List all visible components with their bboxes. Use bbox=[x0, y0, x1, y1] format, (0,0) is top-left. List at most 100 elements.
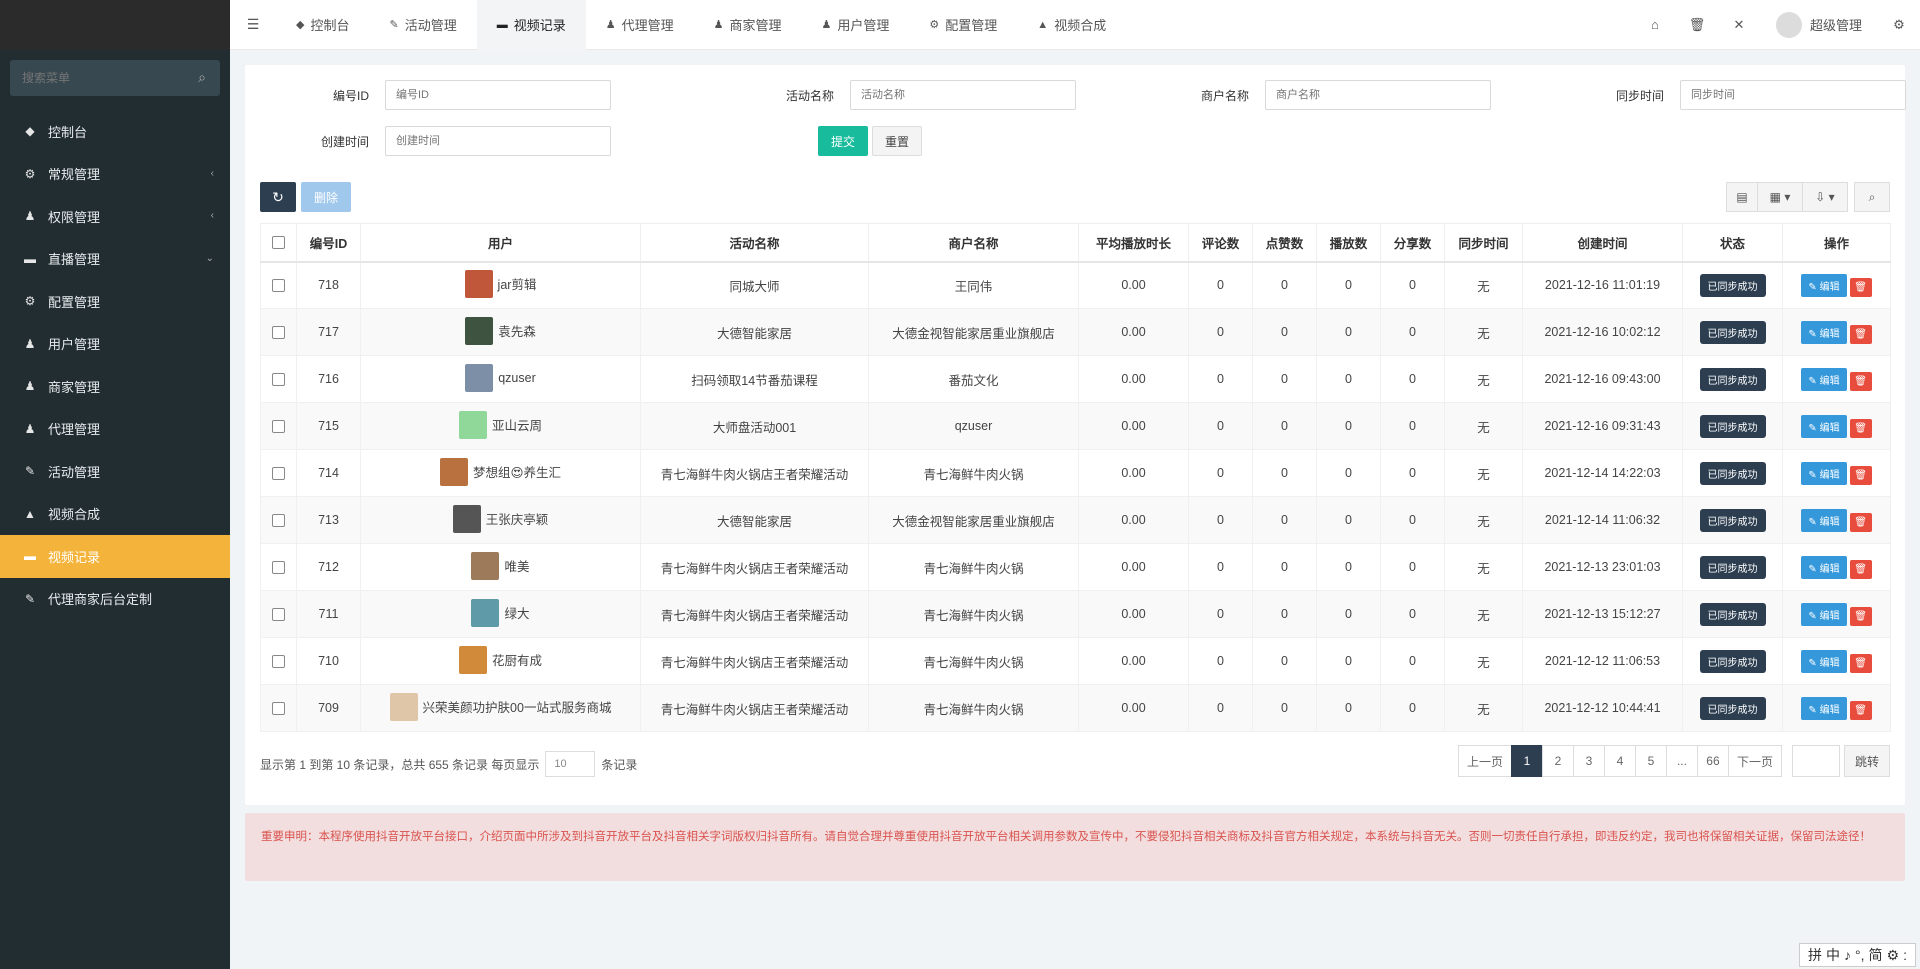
reset-button[interactable]: 重置 bbox=[872, 126, 922, 156]
sidebar-item-7[interactable]: ♟ 代理管理 bbox=[0, 408, 230, 451]
ime-icon[interactable]: 中 bbox=[1826, 945, 1840, 965]
sidebar-item-11[interactable]: ✎ 代理商家后台定制 bbox=[0, 578, 230, 621]
filter-sync-input[interactable] bbox=[1680, 80, 1906, 110]
toggle-view-icon[interactable]: ▤ bbox=[1726, 182, 1758, 212]
filter-activity-input[interactable] bbox=[850, 80, 1076, 110]
ime-icon[interactable]: : bbox=[1903, 947, 1907, 963]
ime-icon[interactable]: ⚙ bbox=[1887, 947, 1900, 964]
submit-button[interactable]: 提交 bbox=[818, 126, 868, 156]
sidebar-item-5[interactable]: ♟ 用户管理 bbox=[0, 323, 230, 366]
columns-icon[interactable]: ▦ ▾ bbox=[1757, 182, 1803, 212]
delete-row-button[interactable]: 🗑 bbox=[1849, 559, 1872, 579]
sidebar-item-0[interactable]: ◆ 控制台 bbox=[0, 110, 230, 153]
table-row: 713 王张庆亭颖 大德智能家居 大德金视智能家居重业旗舰店 0.00 0 0 0 0 无 2021… bbox=[260, 496, 1891, 544]
page-button[interactable]: 2 bbox=[1541, 745, 1574, 777]
sidebar-item-6[interactable]: ♟ 商家管理 bbox=[0, 365, 230, 408]
row-checkbox[interactable] bbox=[272, 608, 285, 622]
filter-created-input[interactable] bbox=[385, 126, 611, 156]
menu-toggle-icon[interactable]: ☰ bbox=[230, 0, 276, 50]
edit-button[interactable]: ✎ 编辑 bbox=[1801, 602, 1847, 626]
refresh-button[interactable]: ↻ bbox=[260, 182, 296, 212]
trash-icon[interactable]: 🗑 bbox=[1676, 0, 1718, 50]
row-checkbox[interactable] bbox=[272, 467, 285, 481]
delete-row-button[interactable]: 🗑 bbox=[1849, 653, 1872, 673]
edit-button[interactable]: ✎ 编辑 bbox=[1801, 461, 1847, 485]
sidebar-item-4[interactable]: ⚙ 配置管理 bbox=[0, 280, 230, 323]
gear-icon: ⚙ bbox=[24, 294, 36, 309]
page-button[interactable]: 66 bbox=[1696, 745, 1729, 777]
next-page-button[interactable]: 下一页 bbox=[1727, 745, 1782, 777]
edit-button[interactable]: ✎ 编辑 bbox=[1801, 508, 1847, 532]
page-size-select[interactable]: 10 bbox=[545, 751, 596, 777]
delete-row-button[interactable]: 🗑 bbox=[1849, 418, 1872, 438]
row-checkbox[interactable] bbox=[272, 702, 285, 716]
delete-row-button[interactable]: 🗑 bbox=[1849, 700, 1872, 720]
sidebar-item-2[interactable]: ♟ 权限管理 ‹ bbox=[0, 195, 230, 238]
search-icon[interactable]: ⌕ bbox=[194, 69, 210, 85]
cell-id: 709 bbox=[296, 684, 361, 732]
ime-icon[interactable]: °, bbox=[1855, 947, 1865, 963]
tab-2[interactable]: ▬ 视频记录 bbox=[476, 0, 586, 50]
search-toggle-icon[interactable]: ⌕ bbox=[1854, 182, 1890, 212]
cell-created: 2021-12-16 11:01:19 bbox=[1522, 261, 1683, 309]
tab-0[interactable]: ◆ 控制台 bbox=[276, 0, 369, 50]
edit-button[interactable]: ✎ 编辑 bbox=[1801, 555, 1847, 579]
page-button[interactable]: 5 bbox=[1634, 745, 1667, 777]
edit-button[interactable]: ✎ 编辑 bbox=[1801, 414, 1847, 438]
sidebar-item-10[interactable]: ▬ 视频记录 bbox=[0, 535, 230, 578]
edit-button[interactable]: ✎ 编辑 bbox=[1801, 696, 1847, 720]
user-menu[interactable]: 超级管理 bbox=[1760, 0, 1878, 50]
fullscreen-icon[interactable]: ✕ bbox=[1718, 0, 1760, 50]
delete-row-button[interactable]: 🗑 bbox=[1849, 465, 1872, 485]
home-icon[interactable]: ⌂ bbox=[1634, 0, 1676, 50]
edit-button[interactable]: ✎ 编辑 bbox=[1801, 649, 1847, 673]
cell-operations: ✎ 编辑 🗑 bbox=[1782, 449, 1891, 497]
delete-row-button[interactable]: 🗑 bbox=[1849, 371, 1872, 391]
export-icon[interactable]: ⇩ ▾ bbox=[1802, 182, 1848, 212]
page-button[interactable]: ... bbox=[1665, 745, 1698, 777]
select-all-checkbox[interactable] bbox=[272, 236, 285, 250]
filter-merchant-input[interactable] bbox=[1265, 80, 1491, 110]
tab-5[interactable]: ♟ 用户管理 bbox=[802, 0, 910, 50]
row-checkbox[interactable] bbox=[272, 373, 285, 387]
page-button[interactable]: 1 bbox=[1510, 745, 1543, 777]
tab-7[interactable]: ▲ 视频合成 bbox=[1017, 0, 1126, 50]
row-checkbox[interactable] bbox=[272, 655, 285, 669]
delete-button[interactable]: 删除 bbox=[301, 182, 351, 212]
edit-button[interactable]: ✎ 编辑 bbox=[1801, 367, 1847, 391]
ime-icon[interactable]: 拼 bbox=[1808, 945, 1822, 965]
delete-row-button[interactable]: 🗑 bbox=[1849, 512, 1872, 532]
sidebar-item-3[interactable]: ▬ 直播管理 ⌄ bbox=[0, 238, 230, 281]
page-go-button[interactable]: 跳转 bbox=[1843, 745, 1890, 777]
sidebar-item-1[interactable]: ⚙ 常规管理 ‹ bbox=[0, 153, 230, 196]
delete-row-button[interactable]: 🗑 bbox=[1849, 324, 1872, 344]
page-button[interactable]: 4 bbox=[1603, 745, 1636, 777]
cell-comments: 0 bbox=[1188, 261, 1253, 309]
user-info: 梦想组😍养生汇 bbox=[439, 457, 561, 486]
tab-1[interactable]: ✎ 活动管理 bbox=[369, 0, 476, 50]
row-checkbox[interactable] bbox=[272, 326, 285, 340]
tab-4[interactable]: ♟ 商家管理 bbox=[694, 0, 802, 50]
ime-icon[interactable]: ♪ bbox=[1844, 947, 1851, 963]
filter-id-input[interactable] bbox=[385, 80, 611, 110]
prev-page-button[interactable]: 上一页 bbox=[1457, 745, 1512, 777]
edit-button[interactable]: ✎ 编辑 bbox=[1801, 273, 1847, 297]
row-checkbox[interactable] bbox=[272, 514, 285, 528]
sidebar-search-input[interactable] bbox=[10, 60, 220, 96]
page-button[interactable]: 3 bbox=[1572, 745, 1605, 777]
sidebar-item-9[interactable]: ▲ 视频合成 bbox=[0, 493, 230, 536]
sidebar-item-8[interactable]: ✎ 活动管理 bbox=[0, 450, 230, 493]
row-checkbox[interactable] bbox=[272, 420, 285, 434]
tab-3[interactable]: ♟ 代理管理 bbox=[586, 0, 694, 50]
ime-icon[interactable]: 简 bbox=[1869, 945, 1883, 965]
page-jump-input[interactable] bbox=[1791, 745, 1840, 777]
delete-row-button[interactable]: 🗑 bbox=[1849, 606, 1872, 626]
sidebar-logo[interactable] bbox=[0, 0, 230, 50]
settings-icon[interactable]: ⚙ bbox=[1878, 0, 1920, 50]
row-checkbox[interactable] bbox=[272, 561, 285, 575]
delete-row-button[interactable]: 🗑 bbox=[1849, 277, 1872, 297]
cell-comments: 0 bbox=[1188, 496, 1253, 544]
tab-6[interactable]: ⚙ 配置管理 bbox=[909, 0, 1017, 50]
row-checkbox[interactable] bbox=[272, 279, 285, 293]
edit-button[interactable]: ✎ 编辑 bbox=[1801, 320, 1847, 344]
